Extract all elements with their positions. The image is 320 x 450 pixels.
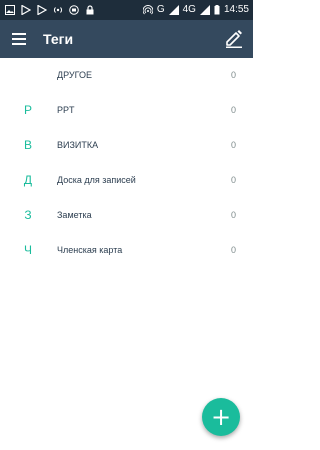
edit-button[interactable] bbox=[223, 28, 245, 50]
status-left-icons bbox=[5, 0, 95, 20]
status-bar: G 4G 14:55 bbox=[0, 0, 253, 20]
tag-row[interactable]: Д Доска для записей 0 bbox=[0, 163, 253, 198]
app-bar: Теги bbox=[0, 20, 253, 58]
tag-index-letter: З bbox=[24, 208, 32, 222]
tag-index-letter: В bbox=[23, 138, 32, 152]
menu-icon bbox=[12, 33, 26, 35]
signal-icon bbox=[199, 5, 210, 15]
tag-count: 0 bbox=[230, 70, 236, 80]
status-time: 14:55 bbox=[223, 4, 249, 15]
tag-row[interactable]: P PPT 0 bbox=[0, 93, 253, 128]
menu-icon bbox=[12, 38, 26, 40]
page-title: Теги bbox=[43, 31, 74, 47]
image-icon bbox=[5, 5, 15, 15]
lock-icon bbox=[85, 5, 95, 15]
tag-row[interactable]: Ч Членская карта 0 bbox=[0, 233, 253, 268]
tag-index-letter: Д bbox=[23, 173, 33, 187]
tag-row[interactable]: З Заметка 0 bbox=[0, 198, 253, 233]
tag-row[interactable]: ДРУГОЕ 0 bbox=[0, 58, 253, 93]
tag-name: PPT bbox=[57, 105, 75, 115]
tag-count: 0 bbox=[230, 245, 236, 255]
menu-icon bbox=[12, 43, 26, 45]
network-label: G bbox=[156, 4, 165, 15]
hotspot-icon bbox=[142, 5, 154, 15]
tag-name: Заметка bbox=[57, 210, 92, 220]
tag-row[interactable]: В ВИЗИТКА 0 bbox=[0, 128, 253, 163]
network-type: 4G bbox=[182, 4, 196, 15]
tag-count: 0 bbox=[230, 210, 236, 220]
tag-count: 0 bbox=[230, 105, 236, 115]
tag-name: ВИЗИТКА bbox=[57, 140, 99, 150]
battery-icon bbox=[214, 5, 220, 15]
tag-index-letter: Ч bbox=[24, 243, 32, 257]
plus-icon: + bbox=[210, 403, 232, 431]
tag-count: 0 bbox=[230, 175, 236, 185]
tag-count: 0 bbox=[230, 140, 236, 150]
message-icon bbox=[69, 5, 79, 15]
tag-name: Доска для записей bbox=[57, 175, 136, 185]
play-store-icon bbox=[37, 4, 48, 16]
tag-list: ДРУГОЕ 0 P PPT 0 В ВИЗИТКА 0 Д Доска для… bbox=[0, 58, 253, 268]
tag-name: ДРУГОЕ bbox=[57, 70, 92, 80]
tag-index-letter: P bbox=[23, 103, 32, 117]
add-tag-button[interactable]: + bbox=[202, 398, 240, 436]
signal-icon bbox=[168, 5, 179, 15]
menu-button[interactable] bbox=[10, 30, 28, 48]
wifi-hotspot-icon bbox=[53, 5, 63, 15]
play-store-icon bbox=[21, 4, 32, 16]
edit-icon bbox=[226, 30, 242, 48]
status-right-icons: G 4G 14:55 bbox=[142, 0, 249, 20]
tag-name: Членская карта bbox=[57, 245, 123, 255]
